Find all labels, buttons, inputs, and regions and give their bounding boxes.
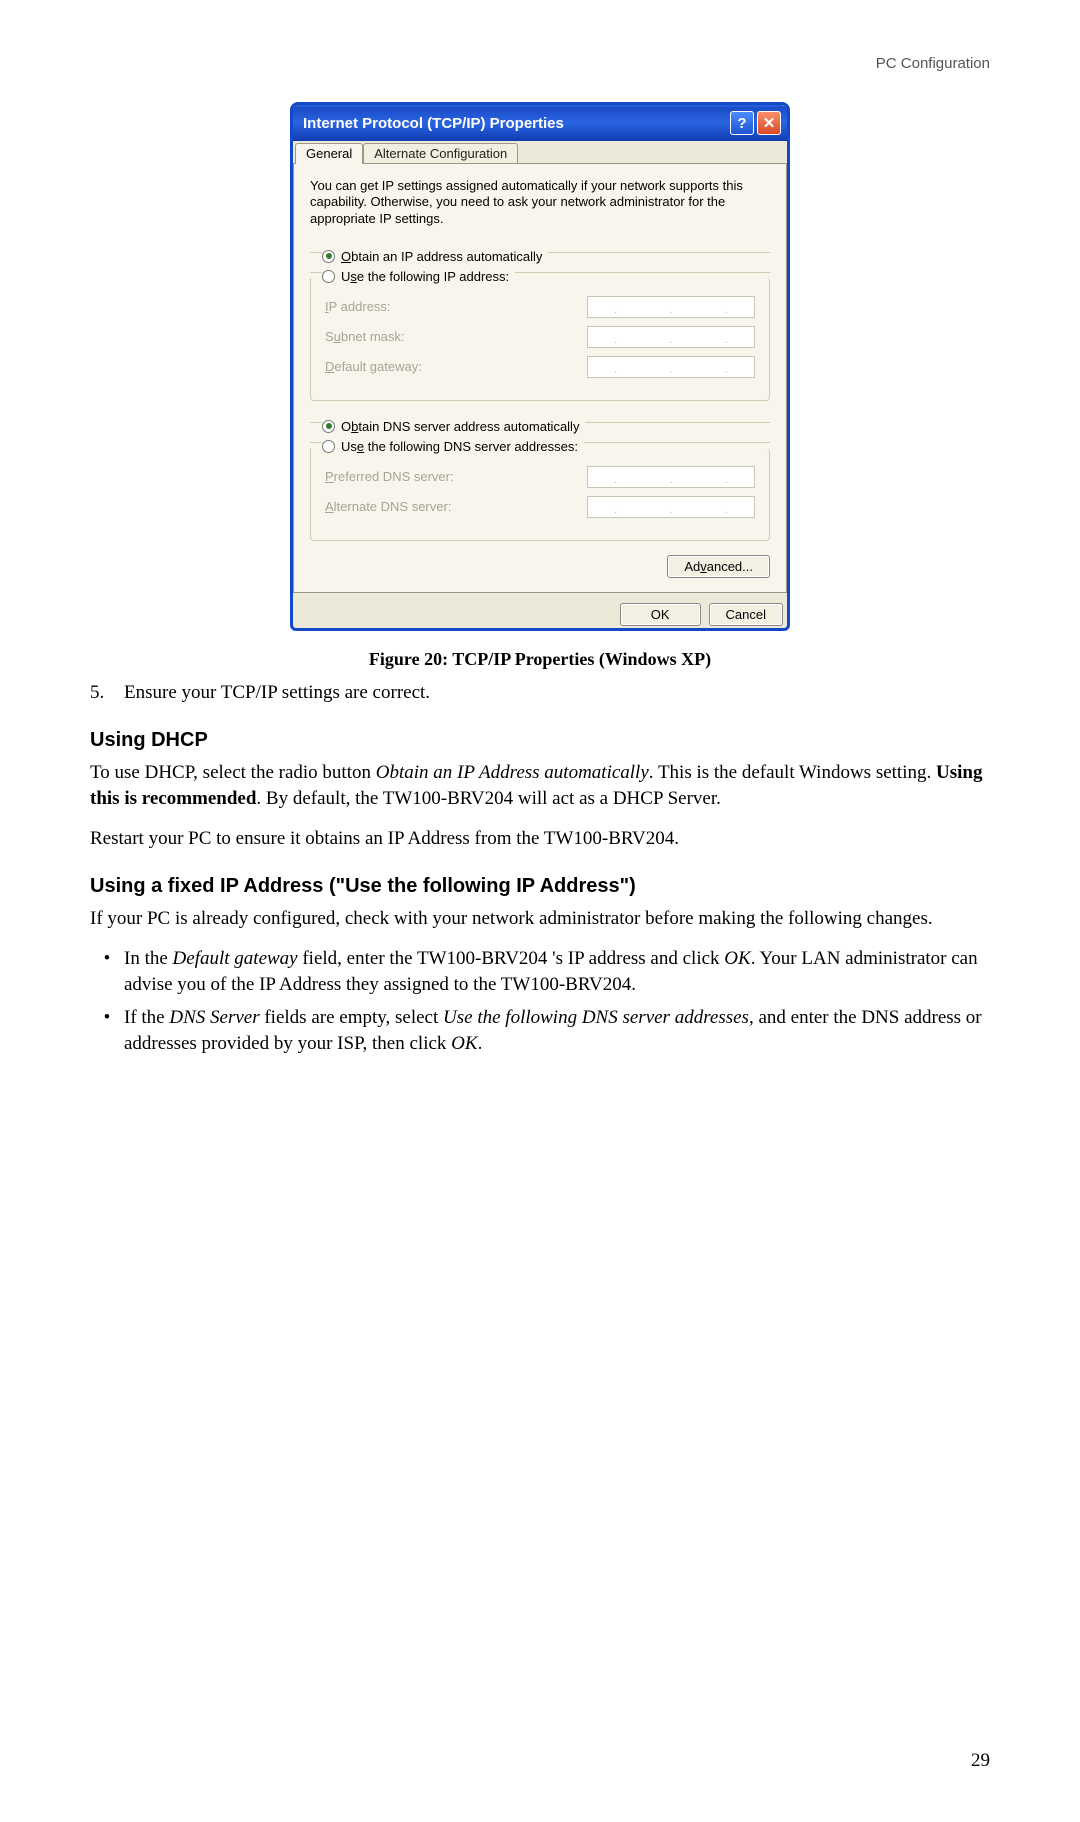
figure-caption: Figure 20: TCP/IP Properties (Windows XP… bbox=[90, 649, 990, 670]
help-icon[interactable]: ? bbox=[730, 111, 754, 135]
bullet-1: • In the Default gateway field, enter th… bbox=[90, 946, 990, 997]
dns-fields-group: Preferred DNS server: ... Alternate DNS … bbox=[310, 448, 770, 541]
close-icon[interactable]: ✕ bbox=[757, 111, 781, 135]
label-ip-address: IP address: bbox=[325, 299, 391, 314]
paragraph-fixed-intro: If your PC is already configured, check … bbox=[90, 906, 990, 932]
radio-obtain-dns[interactable]: Obtain DNS server address automatically bbox=[322, 419, 585, 434]
radio-use-ip[interactable]: Use the following IP address: bbox=[322, 269, 515, 284]
ip-fields-group: IP address: ... Subnet mask: ... Default… bbox=[310, 278, 770, 401]
radio-icon bbox=[322, 420, 335, 433]
radio-icon bbox=[322, 270, 335, 283]
xp-dialog: Internet Protocol (TCP/IP) Properties ? … bbox=[290, 102, 790, 631]
paragraph-dhcp-1: To use DHCP, select the radio button Obt… bbox=[90, 760, 990, 811]
page-number: 29 bbox=[971, 1750, 990, 1772]
label-subnet: Subnet mask: bbox=[325, 329, 405, 344]
input-default-gateway[interactable]: ... bbox=[587, 356, 755, 378]
radio-icon bbox=[322, 250, 335, 263]
radio-use-dns[interactable]: Use the following DNS server addresses: bbox=[322, 439, 584, 454]
input-alternate-dns[interactable]: ... bbox=[587, 496, 755, 518]
radio-icon bbox=[322, 440, 335, 453]
step-5: 5. Ensure your TCP/IP settings are corre… bbox=[90, 680, 990, 706]
input-subnet-mask[interactable]: ... bbox=[587, 326, 755, 348]
title-bar[interactable]: Internet Protocol (TCP/IP) Properties ? … bbox=[293, 105, 787, 141]
label-gateway: Default gateway: bbox=[325, 359, 422, 374]
bullet-2: • If the DNS Server fields are empty, se… bbox=[90, 1005, 990, 1056]
dialog-description: You can get IP settings assigned automat… bbox=[310, 178, 770, 227]
label-pref-dns: Preferred DNS server: bbox=[325, 469, 454, 484]
label-alt-dns: Alternate DNS server: bbox=[325, 499, 451, 514]
tab-panel: You can get IP settings assigned automat… bbox=[293, 163, 787, 593]
heading-dhcp: Using DHCP bbox=[90, 729, 990, 752]
paragraph-dhcp-2: Restart your PC to ensure it obtains an … bbox=[90, 826, 990, 852]
input-preferred-dns[interactable]: ... bbox=[587, 466, 755, 488]
tab-alternate[interactable]: Alternate Configuration bbox=[363, 143, 518, 164]
radio-obtain-ip[interactable]: Obtain an IP address automatically bbox=[322, 249, 548, 264]
tab-general[interactable]: General bbox=[295, 143, 363, 164]
heading-fixed-ip: Using a fixed IP Address ("Use the follo… bbox=[90, 875, 990, 898]
advanced-button[interactable]: Advanced... bbox=[667, 555, 770, 578]
ok-button[interactable]: OK bbox=[620, 603, 701, 626]
cancel-button[interactable]: Cancel bbox=[709, 603, 783, 626]
dialog-title: Internet Protocol (TCP/IP) Properties bbox=[303, 115, 564, 132]
page-header: PC Configuration bbox=[90, 55, 990, 72]
input-ip-address[interactable]: ... bbox=[587, 296, 755, 318]
